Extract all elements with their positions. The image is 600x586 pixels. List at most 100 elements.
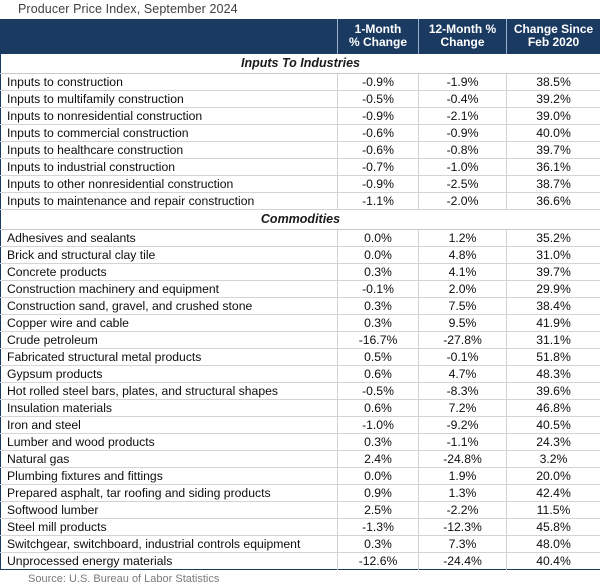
cell-change-since-feb-2020: 39.2% — [507, 91, 600, 108]
table-row: Insulation materials0.6%7.2%46.8% — [1, 400, 600, 417]
cell-1-month-change: 0.3% — [338, 298, 419, 315]
table-body: Inputs To IndustriesInputs to constructi… — [1, 54, 600, 570]
cell-12-month-change: 7.5% — [419, 298, 507, 315]
cell-12-month-change: -2.2% — [419, 502, 507, 519]
cell-1-month-change: -0.9% — [338, 74, 419, 91]
cell-12-month-change: -8.3% — [419, 383, 507, 400]
table-row: Crude petroleum-16.7%-27.8%31.1% — [1, 332, 600, 349]
row-label: Construction sand, gravel, and crushed s… — [1, 298, 338, 315]
cell-12-month-change: 7.2% — [419, 400, 507, 417]
cell-12-month-change: -0.8% — [419, 142, 507, 159]
row-label: Plumbing fixtures and fittings — [1, 468, 338, 485]
table-row: Natural gas2.4%-24.8%3.2% — [1, 451, 600, 468]
cell-12-month-change: -2.1% — [419, 108, 507, 125]
row-label: Natural gas — [1, 451, 338, 468]
table-row: Brick and structural clay tile0.0%4.8%31… — [1, 247, 600, 264]
cell-12-month-change: -0.4% — [419, 91, 507, 108]
cell-1-month-change: -16.7% — [338, 332, 419, 349]
table-header: 1-Month % Change 12-Month % Change Chang… — [1, 20, 600, 54]
column-header-1-month-line2: % Change — [349, 35, 407, 49]
row-label: Softwood lumber — [1, 502, 338, 519]
cell-1-month-change: -0.5% — [338, 91, 419, 108]
cell-12-month-change: -12.3% — [419, 519, 507, 536]
row-label: Crude petroleum — [1, 332, 338, 349]
cell-1-month-change: 0.0% — [338, 468, 419, 485]
column-header-1-month-line1: 1-Month — [355, 22, 402, 36]
section-header-row: Inputs To Industries — [1, 54, 600, 74]
table-row: Construction machinery and equipment-0.1… — [1, 281, 600, 298]
cell-1-month-change: -0.7% — [338, 159, 419, 176]
table-row: Inputs to nonresidential construction-0.… — [1, 108, 600, 125]
row-label: Hot rolled steel bars, plates, and struc… — [1, 383, 338, 400]
table-row: Prepared asphalt, tar roofing and siding… — [1, 485, 600, 502]
cell-change-since-feb-2020: 51.8% — [507, 349, 600, 366]
cell-12-month-change: -0.1% — [419, 349, 507, 366]
cell-change-since-feb-2020: 35.2% — [507, 230, 600, 247]
cell-change-since-feb-2020: 39.7% — [507, 142, 600, 159]
cell-12-month-change: 2.0% — [419, 281, 507, 298]
row-label: Lumber and wood products — [1, 434, 338, 451]
cell-12-month-change: 9.5% — [419, 315, 507, 332]
cell-change-since-feb-2020: 38.5% — [507, 74, 600, 91]
cell-1-month-change: 0.3% — [338, 536, 419, 553]
page-title: Producer Price Index, September 2024 — [0, 0, 600, 19]
cell-12-month-change: 4.7% — [419, 366, 507, 383]
cell-change-since-feb-2020: 31.1% — [507, 332, 600, 349]
cell-1-month-change: -0.9% — [338, 176, 419, 193]
cell-12-month-change: 7.3% — [419, 536, 507, 553]
row-label: Brick and structural clay tile — [1, 247, 338, 264]
row-label: Construction machinery and equipment — [1, 281, 338, 298]
row-label: Fabricated structural metal products — [1, 349, 338, 366]
table-row: Inputs to other nonresidential construct… — [1, 176, 600, 193]
cell-12-month-change: -2.5% — [419, 176, 507, 193]
cell-12-month-change: -9.2% — [419, 417, 507, 434]
producer-price-index-table: 1-Month % Change 12-Month % Change Chang… — [0, 19, 600, 570]
cell-change-since-feb-2020: 11.5% — [507, 502, 600, 519]
cell-12-month-change: -1.9% — [419, 74, 507, 91]
cell-change-since-feb-2020: 42.4% — [507, 485, 600, 502]
column-header-1-month-change: 1-Month % Change — [338, 20, 419, 54]
section-header-label: Inputs To Industries — [1, 54, 600, 74]
table-row: Iron and steel-1.0%-9.2%40.5% — [1, 417, 600, 434]
cell-change-since-feb-2020: 39.6% — [507, 383, 600, 400]
cell-12-month-change: -1.0% — [419, 159, 507, 176]
row-label: Inputs to healthcare construction — [1, 142, 338, 159]
cell-1-month-change: -1.3% — [338, 519, 419, 536]
cell-1-month-change: -1.0% — [338, 417, 419, 434]
cell-change-since-feb-2020: 40.4% — [507, 553, 600, 570]
cell-change-since-feb-2020: 40.0% — [507, 125, 600, 142]
cell-1-month-change: 2.4% — [338, 451, 419, 468]
cell-change-since-feb-2020: 31.0% — [507, 247, 600, 264]
cell-1-month-change: 0.3% — [338, 315, 419, 332]
cell-1-month-change: -0.6% — [338, 125, 419, 142]
column-header-since-line1: Change Since — [514, 22, 593, 36]
row-label: Unprocessed energy materials — [1, 553, 338, 570]
row-label: Adhesives and sealants — [1, 230, 338, 247]
table-row: Concrete products0.3%4.1%39.7% — [1, 264, 600, 281]
cell-1-month-change: 0.3% — [338, 434, 419, 451]
row-label: Gypsum products — [1, 366, 338, 383]
row-label: Prepared asphalt, tar roofing and siding… — [1, 485, 338, 502]
cell-1-month-change: 0.6% — [338, 366, 419, 383]
column-header-12-month-change: 12-Month % Change — [419, 20, 507, 54]
cell-1-month-change: -0.9% — [338, 108, 419, 125]
cell-1-month-change: -0.1% — [338, 281, 419, 298]
table-row: Inputs to multifamily construction-0.5%-… — [1, 91, 600, 108]
cell-change-since-feb-2020: 48.0% — [507, 536, 600, 553]
cell-1-month-change: -0.6% — [338, 142, 419, 159]
table-row: Copper wire and cable0.3%9.5%41.9% — [1, 315, 600, 332]
cell-change-since-feb-2020: 41.9% — [507, 315, 600, 332]
table-row: Switchgear, switchboard, industrial cont… — [1, 536, 600, 553]
cell-change-since-feb-2020: 48.3% — [507, 366, 600, 383]
table-row: Plumbing fixtures and fittings0.0%1.9%20… — [1, 468, 600, 485]
row-label: Inputs to commercial construction — [1, 125, 338, 142]
section-header-row: Commodities — [1, 210, 600, 230]
row-label: Inputs to construction — [1, 74, 338, 91]
table-row: Hot rolled steel bars, plates, and struc… — [1, 383, 600, 400]
cell-change-since-feb-2020: 45.8% — [507, 519, 600, 536]
cell-change-since-feb-2020: 40.5% — [507, 417, 600, 434]
table-row: Gypsum products0.6%4.7%48.3% — [1, 366, 600, 383]
cell-12-month-change: -0.9% — [419, 125, 507, 142]
table-row: Inputs to healthcare construction-0.6%-0… — [1, 142, 600, 159]
table-row: Inputs to maintenance and repair constru… — [1, 193, 600, 210]
